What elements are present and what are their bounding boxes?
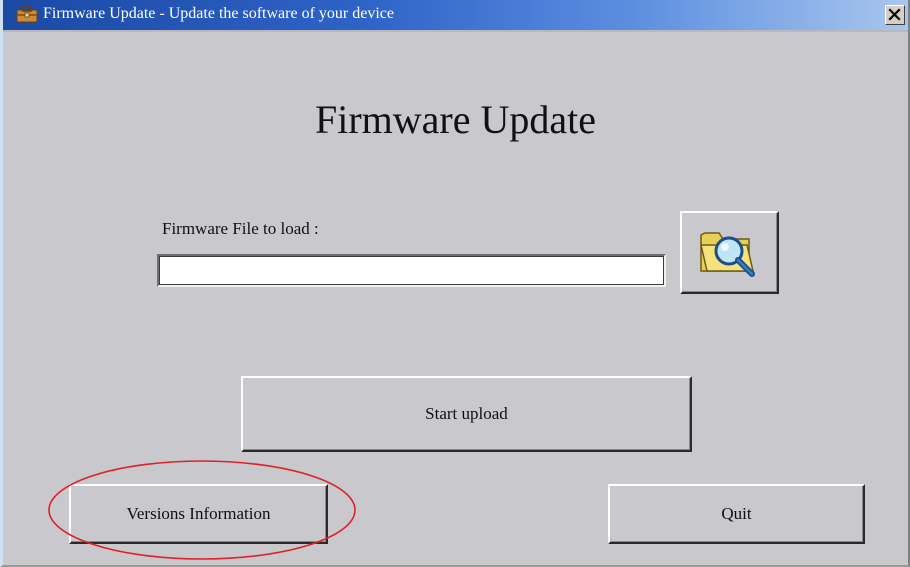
versions-information-button[interactable]: Versions Information bbox=[69, 484, 328, 544]
close-icon bbox=[888, 8, 901, 21]
page-title: Firmware Update bbox=[314, 97, 596, 142]
close-button[interactable] bbox=[885, 5, 905, 25]
firmware-update-window: Firmware Update - Update the software of… bbox=[0, 0, 910, 567]
window-title: Firmware Update - Update the software of… bbox=[43, 5, 394, 22]
title-bar[interactable]: Firmware Update - Update the software of… bbox=[3, 0, 908, 32]
quit-button[interactable]: Quit bbox=[608, 484, 865, 544]
firmware-file-label: Firmware File to load : bbox=[162, 219, 319, 238]
start-upload-button[interactable]: Start upload bbox=[241, 376, 692, 452]
folder-search-icon bbox=[697, 221, 763, 284]
browse-file-button[interactable] bbox=[680, 211, 779, 294]
firmware-file-input[interactable] bbox=[157, 254, 666, 287]
app-briefcase-icon bbox=[16, 6, 38, 23]
